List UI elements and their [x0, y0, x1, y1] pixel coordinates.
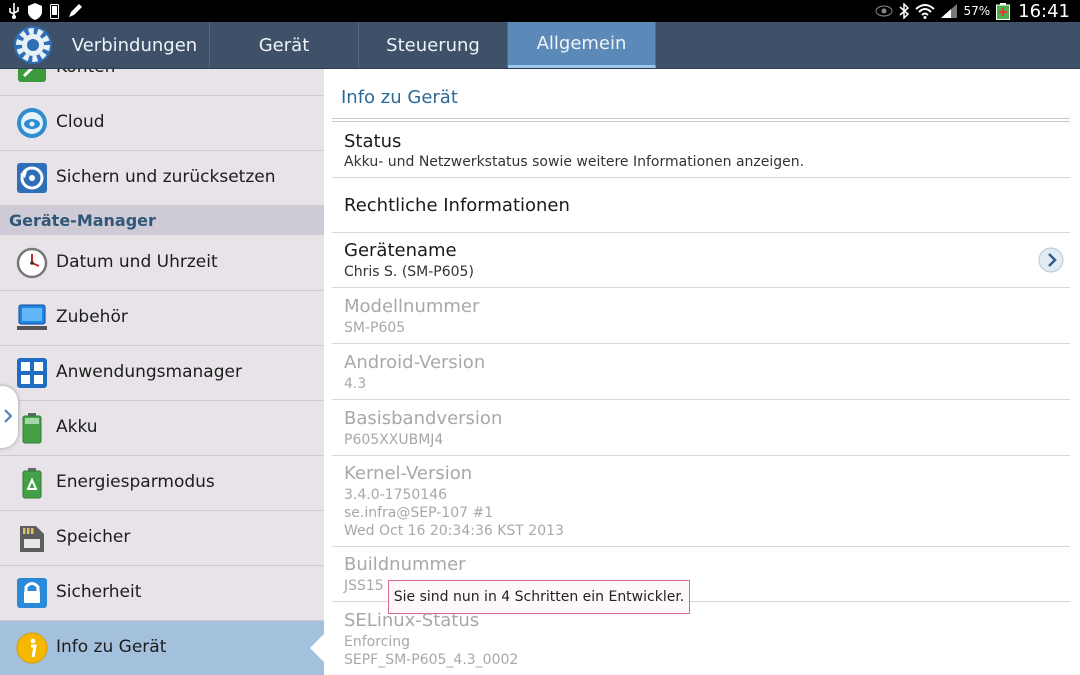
row-title: Status: [344, 131, 402, 152]
row-subtitle-line: Enforcing: [344, 634, 411, 650]
sidebar-item-energiesparmodus[interactable]: Energiesparmodus: [0, 456, 324, 511]
sidebar-item-speicher[interactable]: Speicher: [0, 511, 324, 566]
status-icons-right: 57% 16:41: [875, 0, 1070, 22]
sidebar-item-label: Datum und Uhrzeit: [56, 252, 218, 272]
row-basisbandversion: Basisbandversion P605XXUBMJ4: [332, 400, 1070, 456]
tab-steuerung[interactable]: Steuerung: [359, 22, 508, 68]
active-item-pointer: [310, 634, 324, 662]
row-title: Buildnummer: [344, 554, 466, 575]
status-icons-left: [8, 1, 83, 21]
apps-icon: [16, 357, 48, 389]
chevron-right-icon: [4, 408, 13, 427]
sidebar-item-label: Cloud: [56, 112, 105, 132]
row-title: Modellnummer: [344, 296, 480, 317]
sidebar-item-label: Energiesparmodus: [56, 472, 215, 492]
row-geraetename[interactable]: Gerätename Chris S. (SM-P605): [332, 233, 1070, 288]
cloud-icon: [16, 107, 48, 139]
row-subtitle: JSS15: [344, 578, 384, 594]
battery-icon: [996, 2, 1011, 20]
row-subtitle: Akku- und Netzwerkstatus sowie weitere I…: [344, 154, 805, 170]
lock-icon: [16, 577, 48, 609]
sidebar-item-label: Akku: [56, 417, 98, 437]
row-status[interactable]: Status Akku- und Netzwerkstatus sowie we…: [332, 122, 1070, 178]
settings-gear-icon[interactable]: [12, 24, 54, 66]
key-icon: [16, 69, 48, 84]
sidebar-item-zubehoer[interactable]: Zubehör: [0, 291, 324, 346]
clock: 16:41: [1018, 0, 1070, 22]
row-kernel-version: Kernel-Version 3.4.0-1750146 se.infra@SE…: [332, 456, 1070, 547]
row-subtitle-line: 3.4.0-1750146: [344, 487, 448, 503]
sidebar-item-label: Info zu Gerät: [56, 637, 167, 657]
battery-icon: [16, 412, 48, 444]
sdcard-icon: [16, 522, 48, 554]
sidebar-collapse-handle[interactable]: [0, 386, 18, 448]
row-subtitle: P605XXUBMJ4: [344, 432, 444, 448]
shield-icon: [28, 2, 42, 20]
sidebar-item-label: Zubehör: [56, 307, 128, 327]
sidebar-item-label: Sicherheit: [56, 582, 142, 602]
bluetooth-icon: [899, 3, 910, 19]
sidebar-item-info-zu-geraet[interactable]: Info zu Gerät: [0, 621, 324, 675]
developer-toast: Sie sind nun in 4 Schritten ein Entwickl…: [388, 580, 690, 614]
sidebar-item-label: Konten: [56, 69, 115, 77]
sidebar-item-sicherheit[interactable]: Sicherheit: [0, 566, 324, 621]
pen-icon: [67, 3, 83, 19]
row-title: Kernel-Version: [344, 463, 473, 484]
sidebar-item-label: Anwendungsmanager: [56, 362, 242, 382]
tab-geraet[interactable]: Gerät: [210, 22, 359, 68]
battery-percentage: 57%: [963, 4, 991, 18]
sidebar-item-sichern[interactable]: Sichern und zurücksetzen: [0, 151, 324, 206]
settings-tab-bar: Verbindungen Gerät Steuerung Allgemein: [0, 22, 1080, 69]
usb-icon: [8, 3, 20, 19]
monitor-icon: [16, 302, 48, 334]
status-bar: 57% 16:41: [0, 0, 1080, 22]
row-title: Rechtliche Informationen: [344, 195, 570, 216]
row-android-version: Android-Version 4.3: [332, 344, 1070, 400]
sidebar-item-label: Sichern und zurücksetzen: [56, 167, 276, 187]
row-subtitle-line: se.infra@SEP-107 #1: [344, 505, 494, 521]
section-header-label: Geräte-Manager: [9, 211, 156, 230]
row-title: Android-Version: [344, 352, 486, 373]
sidebar-item-anwendungsmanager[interactable]: Anwendungsmanager: [0, 346, 324, 401]
eye-icon: [875, 5, 893, 17]
sidebar-item-datum-uhrzeit[interactable]: Datum und Uhrzeit: [0, 236, 324, 291]
recycle-icon: [16, 467, 48, 499]
clock-icon: [16, 247, 48, 279]
settings-sidebar[interactable]: Konten Cloud Sichern und zurücksetzen Ge…: [0, 69, 324, 675]
chevron-right-icon[interactable]: [1038, 247, 1064, 273]
sidebar-item-akku[interactable]: Akku: [0, 401, 324, 456]
tab-verbindungen[interactable]: Verbindungen: [60, 22, 210, 68]
row-rechtliche-informationen[interactable]: Rechtliche Informationen: [332, 178, 1070, 233]
sidebar-item-label: Speicher: [56, 527, 131, 547]
row-subtitle: Chris S. (SM-P605): [344, 264, 474, 280]
row-subtitle-line: SEPF_SM-P605_4.3_0002: [344, 652, 519, 668]
row-subtitle-line: Wed Oct 16 20:34:36 KST 2013: [344, 523, 564, 539]
row-modellnummer: Modellnummer SM-P605: [332, 288, 1070, 344]
backup-icon: [16, 162, 48, 194]
info-icon: [16, 632, 48, 664]
row-title: Gerätename: [344, 240, 457, 261]
row-subtitle: SM-P605: [344, 320, 406, 336]
section-header-geraete-manager: Geräte-Manager: [0, 206, 324, 235]
wifi-icon: [915, 3, 936, 19]
row-title: Basisbandversion: [344, 408, 503, 429]
phone-icon: [50, 3, 59, 19]
tab-allgemein[interactable]: Allgemein: [508, 22, 656, 68]
sidebar-item-konten[interactable]: Konten: [0, 69, 324, 96]
page-title: Info zu Gerät: [341, 87, 458, 108]
sidebar-item-cloud[interactable]: Cloud: [0, 96, 324, 151]
signal-icon: [941, 4, 958, 18]
row-subtitle: 4.3: [344, 376, 367, 392]
